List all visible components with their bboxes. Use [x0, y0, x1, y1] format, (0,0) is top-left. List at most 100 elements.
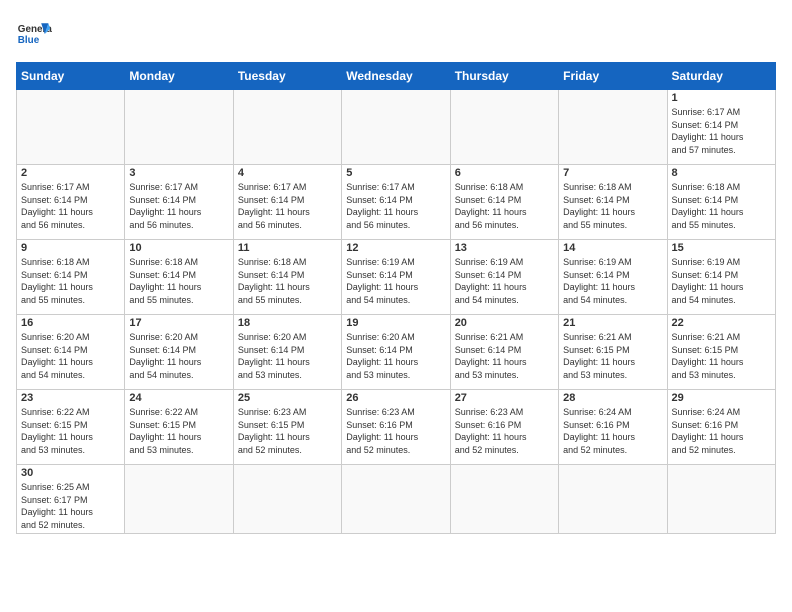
calendar-cell: 17 Sunrise: 6:20 AM Sunset: 6:14 PM Dayli… [125, 315, 233, 390]
day-info: Sunrise: 6:18 AM Sunset: 6:14 PM Dayligh… [129, 256, 228, 306]
day-info: Sunrise: 6:17 AM Sunset: 6:14 PM Dayligh… [672, 106, 771, 156]
day-info: Sunrise: 6:17 AM Sunset: 6:14 PM Dayligh… [346, 181, 445, 231]
day-number: 30 [21, 467, 120, 479]
calendar-cell [233, 465, 341, 534]
calendar-cell: 19Sunrise: 6:20 AM Sunset: 6:14 PM Dayli… [342, 315, 450, 390]
calendar-cell: 8 Sunrise: 6:18 AM Sunset: 6:14 PM Daylig… [667, 165, 775, 240]
day-info: Sunrise: 6:19 AM Sunset: 6:14 PM Dayligh… [672, 256, 771, 306]
day-number: 24 [129, 392, 228, 404]
day-header-friday: Friday [559, 63, 667, 90]
calendar-cell [17, 90, 125, 165]
day-info: Sunrise: 6:20 AM Sunset: 6:14 PM Dayligh… [238, 331, 337, 381]
day-info: Sunrise: 6:19 AM Sunset: 6:14 PM Dayligh… [455, 256, 554, 306]
calendar-cell: 1 Sunrise: 6:17 AM Sunset: 6:14 PM Daylig… [667, 90, 775, 165]
page-container: General Blue SundayMondayTuesdayWednesda… [16, 16, 776, 534]
calendar-cell: 3 Sunrise: 6:17 AM Sunset: 6:14 PM Daylig… [125, 165, 233, 240]
day-number: 2 [21, 167, 120, 179]
day-number: 5 [346, 167, 445, 179]
calendar-cell: 21Sunrise: 6:21 AM Sunset: 6:15 PM Dayli… [559, 315, 667, 390]
calendar-cell: 23Sunrise: 6:22 AM Sunset: 6:15 PM Dayli… [17, 390, 125, 465]
calendar-cell: 25Sunrise: 6:23 AM Sunset: 6:15 PM Dayli… [233, 390, 341, 465]
calendar-cell [450, 90, 558, 165]
calendar-cell [233, 90, 341, 165]
day-number: 9 [21, 242, 120, 254]
day-info: Sunrise: 6:25 AM Sunset: 6:17 PM Dayligh… [21, 481, 120, 531]
day-number: 1 [672, 92, 771, 104]
day-number: 20 [455, 317, 554, 329]
calendar-cell: 16 Sunrise: 6:20 AM Sunset: 6:14 PM Dayli… [17, 315, 125, 390]
calendar-table: SundayMondayTuesdayWednesdayThursdayFrid… [16, 62, 776, 534]
day-number: 11 [238, 242, 337, 254]
calendar-cell: 26Sunrise: 6:23 AM Sunset: 6:16 PM Dayli… [342, 390, 450, 465]
day-info: Sunrise: 6:20 AM Sunset: 6:14 PM Dayligh… [21, 331, 120, 381]
day-header-thursday: Thursday [450, 63, 558, 90]
svg-text:Blue: Blue [18, 35, 40, 46]
day-number: 13 [455, 242, 554, 254]
calendar-cell: 14 Sunrise: 6:19 AM Sunset: 6:14 PM Dayli… [559, 240, 667, 315]
day-info: Sunrise: 6:18 AM Sunset: 6:14 PM Dayligh… [238, 256, 337, 306]
day-info: Sunrise: 6:20 AM Sunset: 6:14 PM Dayligh… [346, 331, 445, 381]
calendar-cell: 29 Sunrise: 6:24 AM Sunset: 6:16 PM Dayli… [667, 390, 775, 465]
day-info: Sunrise: 6:23 AM Sunset: 6:16 PM Dayligh… [455, 406, 554, 456]
day-info: Sunrise: 6:20 AM Sunset: 6:14 PM Dayligh… [129, 331, 228, 381]
calendar-cell: 6 Sunrise: 6:18 AM Sunset: 6:14 PM Daylig… [450, 165, 558, 240]
day-info: Sunrise: 6:18 AM Sunset: 6:14 PM Dayligh… [672, 181, 771, 231]
calendar-cell [125, 90, 233, 165]
day-number: 28 [563, 392, 662, 404]
day-number: 29 [672, 392, 771, 404]
day-info: Sunrise: 6:24 AM Sunset: 6:16 PM Dayligh… [672, 406, 771, 456]
calendar-cell [450, 465, 558, 534]
calendar-cell: 11 Sunrise: 6:18 AM Sunset: 6:14 PM Dayli… [233, 240, 341, 315]
day-info: Sunrise: 6:19 AM Sunset: 6:14 PM Dayligh… [346, 256, 445, 306]
calendar-cell: 28 Sunrise: 6:24 AM Sunset: 6:16 PM Dayli… [559, 390, 667, 465]
day-info: Sunrise: 6:17 AM Sunset: 6:14 PM Dayligh… [21, 181, 120, 231]
day-number: 7 [563, 167, 662, 179]
calendar-cell: 10 Sunrise: 6:18 AM Sunset: 6:14 PM Dayli… [125, 240, 233, 315]
day-number: 4 [238, 167, 337, 179]
day-number: 15 [672, 242, 771, 254]
calendar-cell: 24Sunrise: 6:22 AM Sunset: 6:15 PM Dayli… [125, 390, 233, 465]
calendar-cell [559, 465, 667, 534]
calendar-cell [559, 90, 667, 165]
calendar-header-row: SundayMondayTuesdayWednesdayThursdayFrid… [17, 63, 776, 90]
day-number: 14 [563, 242, 662, 254]
day-header-saturday: Saturday [667, 63, 775, 90]
day-number: 17 [129, 317, 228, 329]
calendar-cell: 13 Sunrise: 6:19 AM Sunset: 6:14 PM Dayli… [450, 240, 558, 315]
calendar-cell: 22 Sunrise: 6:21 AM Sunset: 6:15 PM Dayli… [667, 315, 775, 390]
day-number: 16 [21, 317, 120, 329]
day-info: Sunrise: 6:21 AM Sunset: 6:15 PM Dayligh… [672, 331, 771, 381]
day-number: 22 [672, 317, 771, 329]
calendar-cell: 15 Sunrise: 6:19 AM Sunset: 6:14 PM Dayli… [667, 240, 775, 315]
day-info: Sunrise: 6:17 AM Sunset: 6:14 PM Dayligh… [238, 181, 337, 231]
header: General Blue [16, 16, 776, 52]
day-info: Sunrise: 6:21 AM Sunset: 6:15 PM Dayligh… [563, 331, 662, 381]
day-header-sunday: Sunday [17, 63, 125, 90]
day-number: 8 [672, 167, 771, 179]
calendar-cell: 9 Sunrise: 6:18 AM Sunset: 6:14 PM Daylig… [17, 240, 125, 315]
day-info: Sunrise: 6:19 AM Sunset: 6:14 PM Dayligh… [563, 256, 662, 306]
calendar-cell: 5 Sunrise: 6:17 AM Sunset: 6:14 PM Daylig… [342, 165, 450, 240]
calendar-cell: 27Sunrise: 6:23 AM Sunset: 6:16 PM Dayli… [450, 390, 558, 465]
day-header-wednesday: Wednesday [342, 63, 450, 90]
day-info: Sunrise: 6:18 AM Sunset: 6:14 PM Dayligh… [21, 256, 120, 306]
calendar-cell: 4 Sunrise: 6:17 AM Sunset: 6:14 PM Daylig… [233, 165, 341, 240]
calendar-cell: 2 Sunrise: 6:17 AM Sunset: 6:14 PM Daylig… [17, 165, 125, 240]
calendar-cell [342, 465, 450, 534]
day-info: Sunrise: 6:22 AM Sunset: 6:15 PM Dayligh… [21, 406, 120, 456]
day-info: Sunrise: 6:17 AM Sunset: 6:14 PM Dayligh… [129, 181, 228, 231]
calendar-cell [667, 465, 775, 534]
day-number: 3 [129, 167, 228, 179]
day-info: Sunrise: 6:24 AM Sunset: 6:16 PM Dayligh… [563, 406, 662, 456]
day-number: 18 [238, 317, 337, 329]
day-info: Sunrise: 6:18 AM Sunset: 6:14 PM Dayligh… [563, 181, 662, 231]
calendar-cell: 18 Sunrise: 6:20 AM Sunset: 6:14 PM Dayli… [233, 315, 341, 390]
calendar-cell: 12 Sunrise: 6:19 AM Sunset: 6:14 PM Dayli… [342, 240, 450, 315]
day-number: 12 [346, 242, 445, 254]
day-info: Sunrise: 6:18 AM Sunset: 6:14 PM Dayligh… [455, 181, 554, 231]
logo: General Blue [16, 16, 52, 52]
day-info: Sunrise: 6:23 AM Sunset: 6:15 PM Dayligh… [238, 406, 337, 456]
day-number: 6 [455, 167, 554, 179]
logo-icon: General Blue [16, 16, 52, 52]
day-number: 10 [129, 242, 228, 254]
